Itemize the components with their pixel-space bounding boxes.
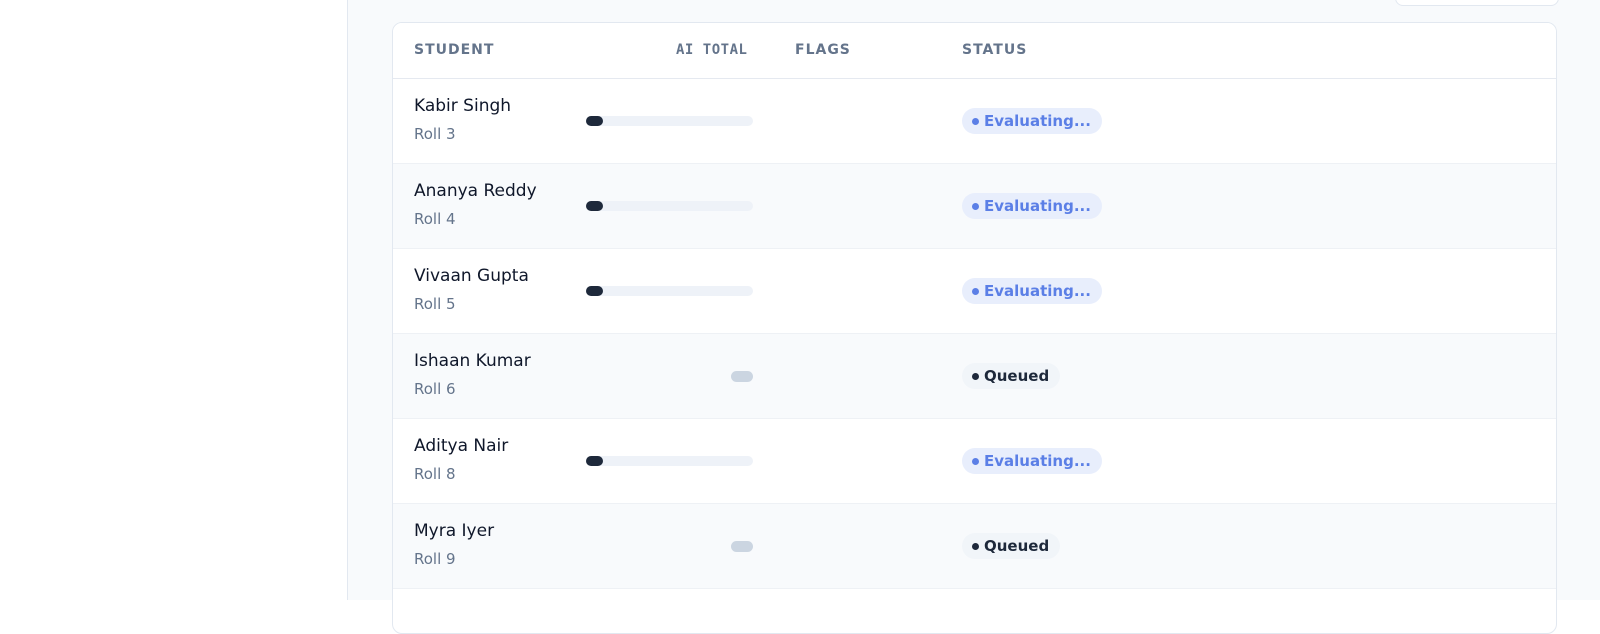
table-row[interactable]: Ananya Reddy Roll 4 Evaluating...	[393, 164, 1556, 249]
status-label: Evaluating...	[984, 112, 1091, 130]
student-name: Kabir Singh	[414, 96, 512, 116]
table-row[interactable]: Aditya Nair Roll 8 Evaluating...	[393, 419, 1556, 504]
table-header: STUDENT AI TOTAL FLAGS STATUS	[393, 23, 1556, 79]
status-badge: Queued	[962, 363, 1061, 389]
column-header-flags[interactable]: FLAGS	[795, 42, 851, 58]
ai-total-progress-bar	[586, 201, 753, 211]
ai-total-progress-fill	[586, 116, 603, 126]
table-body: Kabir Singh Roll 3 Evaluating... Ananya Red…	[393, 79, 1556, 589]
status-dot-icon	[972, 202, 979, 210]
status-label: Queued	[984, 367, 1050, 385]
table-row[interactable]: Kabir Singh Roll 3 Evaluating...	[393, 79, 1556, 164]
status-dot-icon	[972, 457, 979, 465]
status-label: Evaluating...	[984, 197, 1091, 215]
ai-total-pending-indicator	[731, 371, 753, 382]
student-roll: Roll 5	[414, 295, 456, 313]
ai-total-progress-fill	[586, 456, 603, 466]
student-roll: Roll 8	[414, 465, 456, 483]
status-dot-icon	[972, 117, 979, 125]
student-roll: Roll 6	[414, 380, 456, 398]
ai-total-pending-indicator	[731, 541, 753, 552]
status-dot-icon	[972, 372, 979, 380]
student-name: Ishaan Kumar	[414, 351, 531, 371]
status-dot-icon	[972, 287, 979, 295]
ai-total-progress-bar	[586, 116, 753, 126]
status-badge: Evaluating...	[962, 108, 1102, 134]
top-control[interactable]	[1395, 0, 1559, 6]
status-badge: Evaluating...	[962, 278, 1102, 304]
student-name: Vivaan Gupta	[414, 266, 529, 286]
column-header-student[interactable]: STUDENT	[414, 42, 494, 58]
ai-total-progress-bar	[586, 286, 753, 296]
student-name: Myra Iyer	[414, 521, 495, 541]
student-name: Aditya Nair	[414, 436, 509, 456]
ai-total-progress-bar	[586, 456, 753, 466]
table-row[interactable]: Ishaan Kumar Roll 6 Queued	[393, 334, 1556, 419]
status-label: Evaluating...	[984, 282, 1091, 300]
status-badge: Queued	[962, 533, 1061, 559]
students-table: STUDENT AI TOTAL FLAGS STATUS Kabir Sing…	[392, 22, 1557, 634]
status-badge: Evaluating...	[962, 448, 1102, 474]
table-row[interactable]: Vivaan Gupta Roll 5 Evaluating...	[393, 249, 1556, 334]
ai-total-progress-fill	[586, 201, 603, 211]
student-roll: Roll 9	[414, 550, 456, 568]
ai-total-progress-fill	[586, 286, 603, 296]
status-label: Queued	[984, 537, 1050, 555]
column-header-ai-total[interactable]: AI TOTAL	[676, 42, 747, 58]
student-roll: Roll 3	[414, 125, 456, 143]
status-badge: Evaluating...	[962, 193, 1102, 219]
status-dot-icon	[972, 542, 979, 550]
column-header-status[interactable]: STATUS	[962, 42, 1027, 58]
table-row[interactable]: Myra Iyer Roll 9 Queued	[393, 504, 1556, 589]
status-label: Evaluating...	[984, 452, 1091, 470]
student-roll: Roll 4	[414, 210, 456, 228]
student-name: Ananya Reddy	[414, 181, 537, 201]
